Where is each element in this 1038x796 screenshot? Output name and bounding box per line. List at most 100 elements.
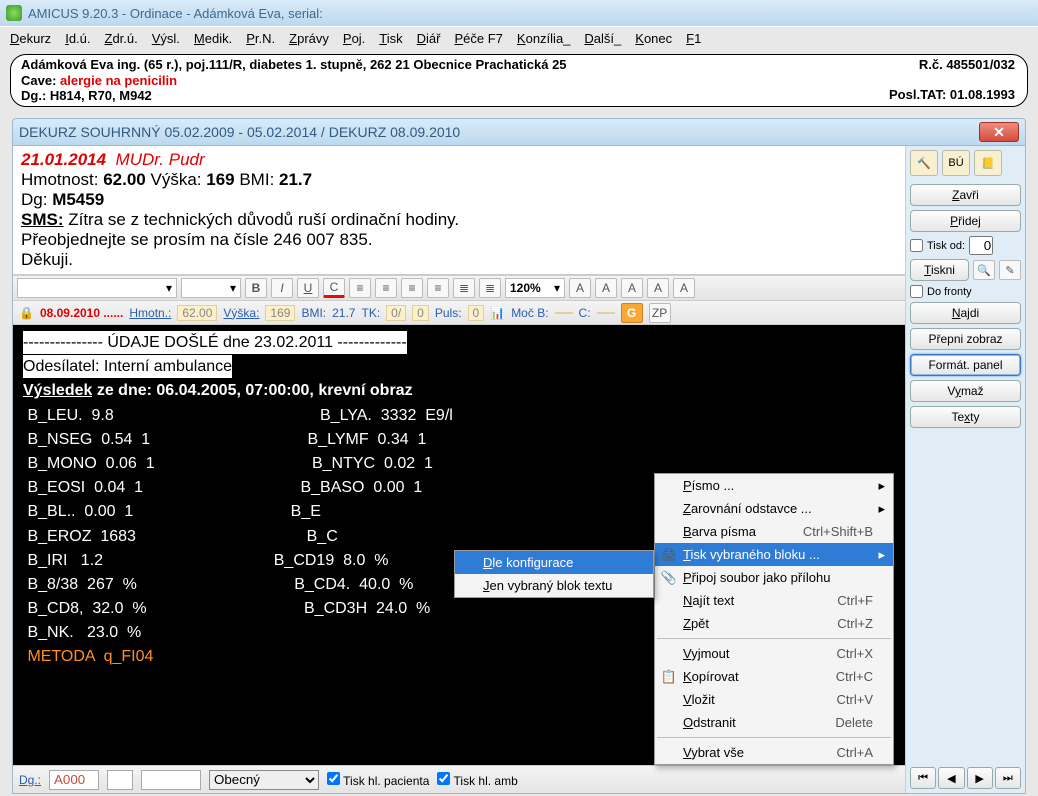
chk-pacienta[interactable]: Tisk hl. pacienta xyxy=(327,772,429,788)
menu-item[interactable]: Konec xyxy=(635,31,672,46)
underline-button[interactable]: U xyxy=(297,278,319,298)
menu-item[interactable]: Medik. xyxy=(194,31,232,46)
align-justify-button[interactable]: ≡ xyxy=(427,278,449,298)
ctx-item[interactable]: 📋KopírovatCtrl+C xyxy=(655,665,893,688)
menu-item[interactable]: Konzília_ xyxy=(517,31,570,46)
list2-button[interactable]: ≣ xyxy=(479,278,501,298)
format-panel-button[interactable]: Formát. panel xyxy=(910,354,1021,376)
menu-item[interactable]: Dekurz xyxy=(10,31,51,46)
dg-input2[interactable] xyxy=(107,770,133,790)
close-button[interactable]: ✕ xyxy=(979,122,1019,142)
ac1-button[interactable]: A xyxy=(569,278,591,298)
vymaz-button[interactable]: Vymaž xyxy=(910,380,1021,402)
menu-item[interactable]: Poj. xyxy=(343,31,365,46)
align-left-button[interactable]: ≡ xyxy=(349,278,371,298)
menu-bar[interactable]: Dekurz Id.ú. Zdr.ú. Výsl. Medik. Pr.N. Zprávy P… xyxy=(0,26,1038,50)
tk-v1[interactable]: 0/ xyxy=(386,305,406,321)
sms-3: Děkuji. xyxy=(21,250,897,270)
entry-date-tab[interactable]: 08.09.2010 ...... xyxy=(40,306,123,320)
ctx-item[interactable]: Dle konfigurace xyxy=(455,551,653,574)
dg-input3[interactable] xyxy=(141,770,201,790)
texty-button[interactable]: Texty xyxy=(910,406,1021,428)
ctx-item[interactable]: ZpětCtrl+Z xyxy=(655,612,893,635)
ac4-button[interactable]: A xyxy=(647,278,669,298)
ctx-item[interactable]: 📎Připoj soubor jako přílohu xyxy=(655,566,893,589)
ac3-button[interactable]: A xyxy=(621,278,643,298)
c-v[interactable] xyxy=(597,312,615,314)
type-select[interactable]: Obecný xyxy=(209,770,319,790)
menu-item[interactable]: Další_ xyxy=(584,31,621,46)
tiskod-input[interactable] xyxy=(969,236,993,255)
puls-v[interactable]: 0 xyxy=(468,305,485,321)
font-size-select[interactable] xyxy=(181,278,241,298)
tk-v2[interactable]: 0 xyxy=(412,305,429,321)
italic-button[interactable]: I xyxy=(271,278,293,298)
ctx-item[interactable]: OdstranitDelete xyxy=(655,711,893,734)
pridej-button[interactable]: Přidej xyxy=(910,210,1021,232)
tool-icon[interactable]: 🔨 xyxy=(910,150,938,176)
context-submenu[interactable]: Dle konfiguraceJen vybraný blok textu xyxy=(454,550,654,598)
sms-label: SMS: xyxy=(21,210,64,229)
ctx-item[interactable]: Barva písmaCtrl+Shift+B xyxy=(655,520,893,543)
format-toolbar[interactable]: B I U C ≡ ≡ ≡ ≡ ≣ ≣ 120% A A A A A xyxy=(13,275,905,301)
ac2-button[interactable]: A xyxy=(595,278,617,298)
bu-button[interactable]: BÚ xyxy=(942,150,970,176)
ctx-item[interactable]: Písmo ... xyxy=(655,474,893,497)
prepni-button[interactable]: Přepni zobraz xyxy=(910,328,1021,350)
zoom-value: 120% xyxy=(510,281,541,295)
menu-item[interactable]: Zdr.ú. xyxy=(105,31,138,46)
dg-summary: Dg.: H814, R70, M942 xyxy=(21,88,1017,104)
page-next[interactable]: ▶ xyxy=(967,767,993,789)
ctx-item[interactable]: VložitCtrl+V xyxy=(655,688,893,711)
bold-button[interactable]: B xyxy=(245,278,267,298)
dekurz-titlebar: DEKURZ SOUHRNNÝ 05.02.2009 - 05.02.2014 … xyxy=(12,118,1026,146)
edit-icon[interactable]: ✎ xyxy=(999,260,1021,280)
menu-item[interactable]: Diář xyxy=(417,31,441,46)
preview-icon[interactable]: 🔍 xyxy=(973,260,995,280)
dg-input[interactable] xyxy=(49,770,99,790)
ctx-item[interactable]: Vybrat všeCtrl+A xyxy=(655,741,893,764)
ctx-item[interactable]: Jen vybraný blok textu xyxy=(455,574,653,597)
list-button[interactable]: ≣ xyxy=(453,278,475,298)
ctx-item[interactable]: Najít textCtrl+F xyxy=(655,589,893,612)
book-icon[interactable]: 📒 xyxy=(974,150,1002,176)
najdi-button[interactable]: Najdi xyxy=(910,302,1021,324)
menu-item[interactable]: F1 xyxy=(686,31,701,46)
moc-v[interactable] xyxy=(555,312,573,314)
menu-item[interactable]: Zprávy xyxy=(289,31,329,46)
zp-button[interactable]: ZP xyxy=(649,303,671,323)
align-right-button[interactable]: ≡ xyxy=(401,278,423,298)
g-button[interactable]: G xyxy=(621,303,643,323)
page-last[interactable]: ⏭ xyxy=(995,767,1021,789)
context-menu[interactable]: Písmo ...Zarovnání odstavce ...Barva pís… xyxy=(654,473,894,765)
dofronty-check[interactable] xyxy=(910,285,923,298)
menu-item[interactable]: Péče F7 xyxy=(455,31,503,46)
tiskni-button[interactable]: Tiskni xyxy=(910,259,969,281)
chart-icon[interactable]: 📊 xyxy=(490,306,505,320)
zavri-button[interactable]: Zavři xyxy=(910,184,1021,206)
page-prev[interactable]: ◀ xyxy=(938,767,964,789)
ctx-item[interactable]: VyjmoutCtrl+X xyxy=(655,642,893,665)
menu-item[interactable]: Tisk xyxy=(379,31,402,46)
vyska-v[interactable]: 169 xyxy=(265,305,295,321)
ac5-button[interactable]: A xyxy=(673,278,695,298)
font-family-select[interactable] xyxy=(17,278,177,298)
align-center-button[interactable]: ≡ xyxy=(375,278,397,298)
ctx-item[interactable]: 🖨Tisk vybraného bloku ... xyxy=(655,543,893,566)
menu-item[interactable]: Výsl. xyxy=(152,31,180,46)
dg-label: Dg: xyxy=(21,190,52,209)
chk-amb[interactable]: Tisk hl. amb xyxy=(437,772,517,788)
menu-item[interactable]: Pr.N. xyxy=(246,31,275,46)
posl-tat: Posl.TAT: 01.08.1993 xyxy=(889,87,1015,103)
app-icon xyxy=(6,5,22,21)
ctx-icon: 🖨 xyxy=(661,547,677,563)
zoom-select[interactable]: 120% xyxy=(505,278,565,298)
patient-line1: Adámková Eva ing. (65 r.), poj.111/R, di… xyxy=(21,57,1017,73)
tiskod-check[interactable] xyxy=(910,239,923,252)
hmotn-v[interactable]: 62.00 xyxy=(177,305,217,321)
ctx-item[interactable]: Zarovnání odstavce ... xyxy=(655,497,893,520)
font-color-button[interactable]: C xyxy=(323,278,345,298)
menu-item[interactable]: Id.ú. xyxy=(65,31,90,46)
summary-pane: 21.01.2014 MUDr. Pudr Hmotnost: 62.00 Vý… xyxy=(13,146,905,275)
page-first[interactable]: ⏮ xyxy=(910,767,936,789)
